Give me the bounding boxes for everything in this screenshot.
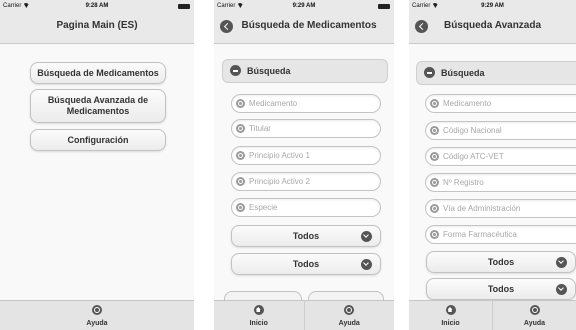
search-icon xyxy=(430,230,439,239)
search-screen: Carrier 9:29 AM Búsqueda de Medicamentos… xyxy=(214,0,394,330)
advanced-search-screen: Carrier 9:29 AM Búsqueda Avanzada Búsque… xyxy=(409,0,576,330)
status-bar: Carrier 9:28 AM xyxy=(0,0,194,12)
chevron-down-icon xyxy=(556,284,567,295)
status-bar: Carrier 9:29 AM xyxy=(214,0,394,12)
pharmaceutical-form-field[interactable]: Forma Farmacéutica xyxy=(425,225,576,244)
nav-help-label: Ayuda xyxy=(523,320,546,327)
globe-icon xyxy=(529,305,540,315)
status-time: 9:29 AM xyxy=(292,3,316,9)
nav-help[interactable]: Ayuda xyxy=(303,301,395,330)
search-icon xyxy=(236,203,245,212)
search-section-header[interactable]: Búsqueda xyxy=(222,59,388,83)
search-icon xyxy=(430,178,439,187)
nav-home-label: Inicio xyxy=(249,320,268,327)
status-bar: Carrier 9:29 AM xyxy=(409,0,576,12)
page-title: Búsqueda Avanzada xyxy=(443,20,542,31)
nav-home-label: Inicio xyxy=(441,320,460,327)
status-time: 9:29 AM xyxy=(481,3,504,9)
advanced-search-button[interactable]: Búsqueda Avanzada de Medicamentos xyxy=(30,89,166,123)
search-icon xyxy=(236,99,245,108)
registration-number-field[interactable]: Nº Registro xyxy=(425,173,576,192)
battery-icon xyxy=(378,4,390,9)
status-time: 9:28 AM xyxy=(85,3,109,9)
header: Pagina Main (ES) xyxy=(0,12,194,44)
filter-select-2[interactable]: Todos xyxy=(231,253,381,275)
active-ingredient-2-field[interactable]: Principio Activo 2 xyxy=(231,172,381,191)
header: Búsqueda Avanzada xyxy=(409,12,576,44)
filter-select-1[interactable]: Todos xyxy=(231,225,381,247)
administration-route-field[interactable]: Vía de Administración xyxy=(425,199,576,218)
home-icon xyxy=(445,305,456,315)
search-icon xyxy=(430,126,439,135)
main-screen: Carrier 9:28 AM Pagina Main (ES) Búsqued… xyxy=(0,0,194,330)
bottom-navbar: Inicio Ayuda xyxy=(214,300,394,330)
holder-field[interactable]: Titular xyxy=(231,119,381,138)
nav-help[interactable]: Ayuda xyxy=(0,301,194,330)
minus-circle-icon xyxy=(230,65,241,76)
home-icon xyxy=(253,305,264,315)
globe-icon xyxy=(92,305,102,315)
search-icon xyxy=(236,177,245,186)
search-icon xyxy=(236,124,245,133)
search-icon xyxy=(430,99,439,108)
chevron-down-icon xyxy=(361,259,372,270)
medicine-field[interactable]: Medicamento xyxy=(425,94,576,113)
nav-help-label: Ayuda xyxy=(338,320,360,327)
settings-button[interactable]: Configuración xyxy=(30,129,166,151)
filter-select-1[interactable]: Todos xyxy=(426,251,576,273)
nav-home[interactable]: Inicio xyxy=(214,301,304,330)
header: Búsqueda de Medicamentos xyxy=(214,12,394,44)
search-icon xyxy=(430,152,439,161)
active-ingredient-1-field[interactable]: Principio Activo 1 xyxy=(231,146,381,165)
search-medicines-button[interactable]: Búsqueda de Medicamentos xyxy=(30,62,166,84)
section-label: Búsqueda xyxy=(247,66,291,76)
national-code-field[interactable]: Código Nacional xyxy=(425,121,576,140)
bottom-navbar: Inicio Ayuda xyxy=(409,300,576,330)
atc-vet-code-field[interactable]: Código ATC-VET xyxy=(425,147,576,166)
screenshot-stage: Carrier 9:28 AM Pagina Main (ES) Búsqued… xyxy=(0,0,576,330)
nav-home[interactable]: Inicio xyxy=(409,301,492,330)
page-title: Pagina Main (ES) xyxy=(56,20,138,31)
search-icon xyxy=(236,151,245,160)
nav-help[interactable]: Ayuda xyxy=(492,301,576,330)
species-field[interactable]: Especie xyxy=(231,198,381,217)
nav-help-label: Ayuda xyxy=(86,320,108,327)
globe-icon xyxy=(344,305,355,315)
minus-circle-icon xyxy=(424,67,435,78)
bottom-navbar: Ayuda xyxy=(0,300,194,330)
page-title: Búsqueda de Medicamentos xyxy=(241,20,377,31)
chevron-down-icon xyxy=(556,257,567,268)
filter-select-2[interactable]: Todos xyxy=(426,278,576,300)
battery-icon xyxy=(178,4,190,9)
search-icon xyxy=(430,204,439,213)
medicine-field[interactable]: Medicamento xyxy=(231,94,381,113)
search-section-header[interactable]: Búsqueda xyxy=(416,61,576,85)
chevron-down-icon xyxy=(361,231,372,242)
section-label: Búsqueda xyxy=(441,68,485,78)
